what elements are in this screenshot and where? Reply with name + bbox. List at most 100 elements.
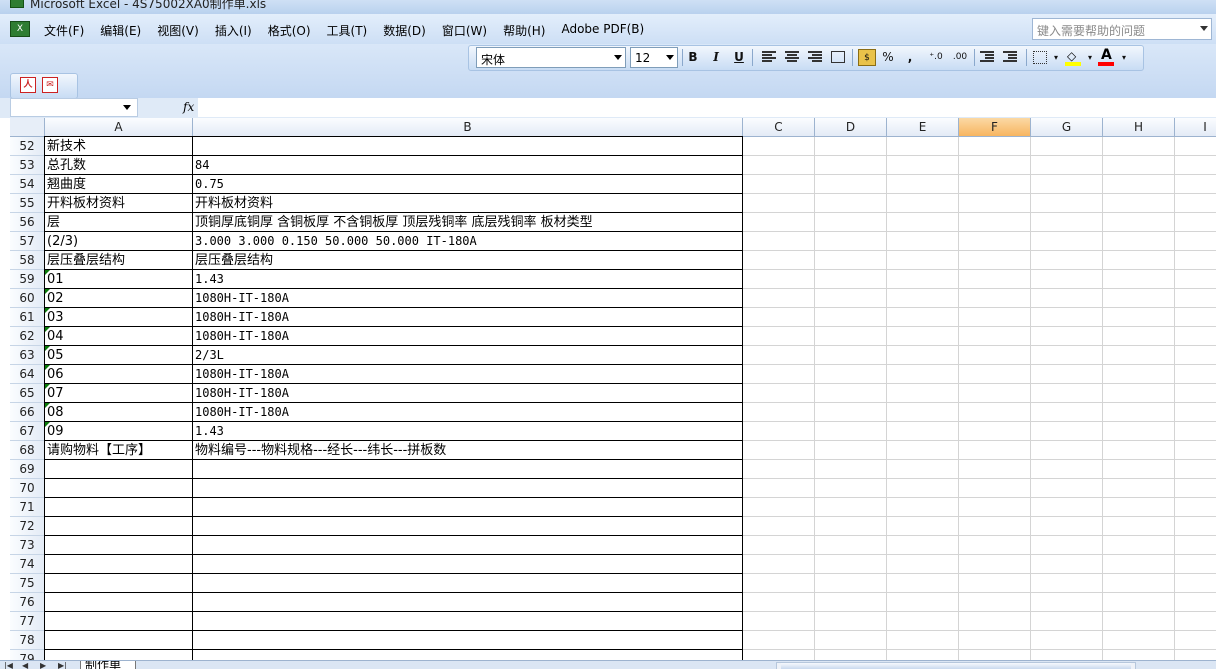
font-color-icon[interactable]: A [1098, 47, 1116, 66]
cell-b[interactable]: 1080H-IT-180A [193, 327, 289, 346]
row-header[interactable]: 58 [10, 251, 45, 270]
cell-a[interactable] [45, 574, 47, 593]
cell-b[interactable]: 1080H-IT-180A [193, 365, 289, 384]
row-header[interactable]: 52 [10, 137, 45, 156]
increase-indent-icon[interactable] [1003, 51, 1017, 63]
cell-b[interactable] [193, 574, 195, 593]
align-left-icon[interactable] [762, 51, 776, 63]
sheet-tab[interactable]: 制作单 [80, 661, 136, 669]
cell-a[interactable]: 层压叠层结构 [45, 251, 125, 270]
row-header[interactable]: 56 [10, 213, 45, 232]
column-header[interactable]: G [1031, 118, 1103, 137]
cell-b[interactable] [193, 137, 195, 156]
select-all-corner[interactable] [10, 118, 45, 137]
cell-b[interactable]: 1.43 [193, 422, 224, 441]
menu-item[interactable]: 文件(F) [44, 22, 92, 39]
workbook-icon[interactable]: X [10, 21, 30, 37]
pdf-email-icon[interactable]: ✉ [42, 77, 58, 93]
cell-b[interactable] [193, 555, 195, 574]
row-header[interactable]: 73 [10, 536, 45, 555]
row-header[interactable]: 57 [10, 232, 45, 251]
row-header[interactable]: 75 [10, 574, 45, 593]
cell-a[interactable] [45, 536, 47, 555]
formula-input[interactable] [198, 98, 1216, 117]
cell-b[interactable]: 0.75 [193, 175, 224, 194]
currency-icon[interactable]: $ [858, 49, 876, 66]
decrease-indent-icon[interactable] [980, 51, 994, 63]
menu-item[interactable]: 插入(I) [207, 22, 260, 39]
name-box[interactable] [10, 98, 138, 117]
row-header[interactable]: 66 [10, 403, 45, 422]
help-search-input[interactable]: 键入需要帮助的问题 [1032, 18, 1212, 40]
column-header[interactable]: A [45, 118, 193, 137]
cell-b[interactable] [193, 650, 195, 660]
menu-item[interactable]: 数据(D) [375, 22, 434, 39]
chevron-down-icon[interactable] [666, 55, 674, 60]
column-header[interactable]: H [1103, 118, 1175, 137]
menu-item[interactable]: 格式(O) [260, 22, 319, 39]
merge-center-icon[interactable] [831, 51, 845, 63]
cell-b[interactable] [193, 460, 195, 479]
column-header[interactable]: B [193, 118, 743, 137]
row-header[interactable]: 61 [10, 308, 45, 327]
menu-item[interactable]: 窗口(W) [434, 22, 495, 39]
next-sheet-icon[interactable]: ▶ [40, 662, 46, 669]
decrease-decimal-button[interactable]: .00 [950, 49, 970, 66]
cell-a[interactable] [45, 498, 47, 517]
row-header[interactable]: 59 [10, 270, 45, 289]
chevron-down-icon[interactable] [1200, 26, 1208, 31]
italic-button[interactable]: I [709, 49, 723, 66]
cell-a[interactable] [45, 555, 47, 574]
column-header[interactable]: E [887, 118, 959, 137]
cell-b[interactable] [193, 536, 195, 555]
menu-item[interactable]: Adobe PDF(B) [553, 22, 652, 39]
cell-a[interactable] [45, 612, 47, 631]
row-header[interactable]: 79 [10, 650, 45, 660]
chevron-down-icon[interactable]: ▾ [1120, 49, 1128, 66]
borders-icon[interactable] [1033, 51, 1047, 64]
row-header[interactable]: 67 [10, 422, 45, 441]
percent-button[interactable]: % [880, 49, 896, 66]
cell-b[interactable] [193, 612, 195, 631]
cell-b[interactable]: 1.43 [193, 270, 224, 289]
row-header[interactable]: 71 [10, 498, 45, 517]
menu-item[interactable]: 帮助(H) [495, 22, 553, 39]
cell-b[interactable] [193, 593, 195, 612]
cell-b[interactable]: 1080H-IT-180A [193, 384, 289, 403]
bold-button[interactable]: B [686, 49, 700, 66]
column-header[interactable]: C [743, 118, 815, 137]
cell-a[interactable] [45, 650, 47, 660]
chevron-down-icon[interactable]: ▾ [1086, 49, 1094, 66]
row-header[interactable]: 54 [10, 175, 45, 194]
row-header[interactable]: 74 [10, 555, 45, 574]
cell-b[interactable]: 顶铜厚底铜厚 含铜板厚 不含铜板厚 顶层残铜率 底层残铜率 板材类型 [193, 213, 593, 232]
cell-a[interactable]: 开料板材资料 [45, 194, 125, 213]
cell-b[interactable]: 层压叠层结构 [193, 251, 273, 270]
cell-a[interactable]: 翘曲度 [45, 175, 86, 194]
cell-b[interactable]: 1080H-IT-180A [193, 403, 289, 422]
row-header[interactable]: 62 [10, 327, 45, 346]
cell-a[interactable] [45, 631, 47, 650]
row-header[interactable]: 77 [10, 612, 45, 631]
cell-a[interactable] [45, 479, 47, 498]
chevron-down-icon[interactable] [614, 55, 622, 60]
menu-item[interactable]: 编辑(E) [92, 22, 149, 39]
row-header[interactable]: 76 [10, 593, 45, 612]
column-header[interactable]: F [959, 118, 1031, 137]
underline-button[interactable]: U [732, 49, 746, 66]
cell-b[interactable]: 3.000 3.000 0.150 50.000 50.000 IT-180A [193, 232, 477, 251]
cell-a[interactable]: 新技术 [45, 137, 86, 156]
cell-b[interactable]: 1080H-IT-180A [193, 308, 289, 327]
row-header[interactable]: 78 [10, 631, 45, 650]
fx-icon[interactable]: fx [183, 100, 194, 114]
cell-a[interactable]: 层 [45, 213, 60, 232]
cell-a[interactable]: 总孔数 [45, 156, 86, 175]
cell-a[interactable] [45, 517, 47, 536]
row-header[interactable]: 53 [10, 156, 45, 175]
row-header[interactable]: 63 [10, 346, 45, 365]
chevron-down-icon[interactable]: ▾ [1052, 49, 1060, 66]
column-header[interactable]: I [1175, 118, 1216, 137]
row-header[interactable]: 69 [10, 460, 45, 479]
row-header[interactable]: 70 [10, 479, 45, 498]
cell-b[interactable] [193, 517, 195, 536]
